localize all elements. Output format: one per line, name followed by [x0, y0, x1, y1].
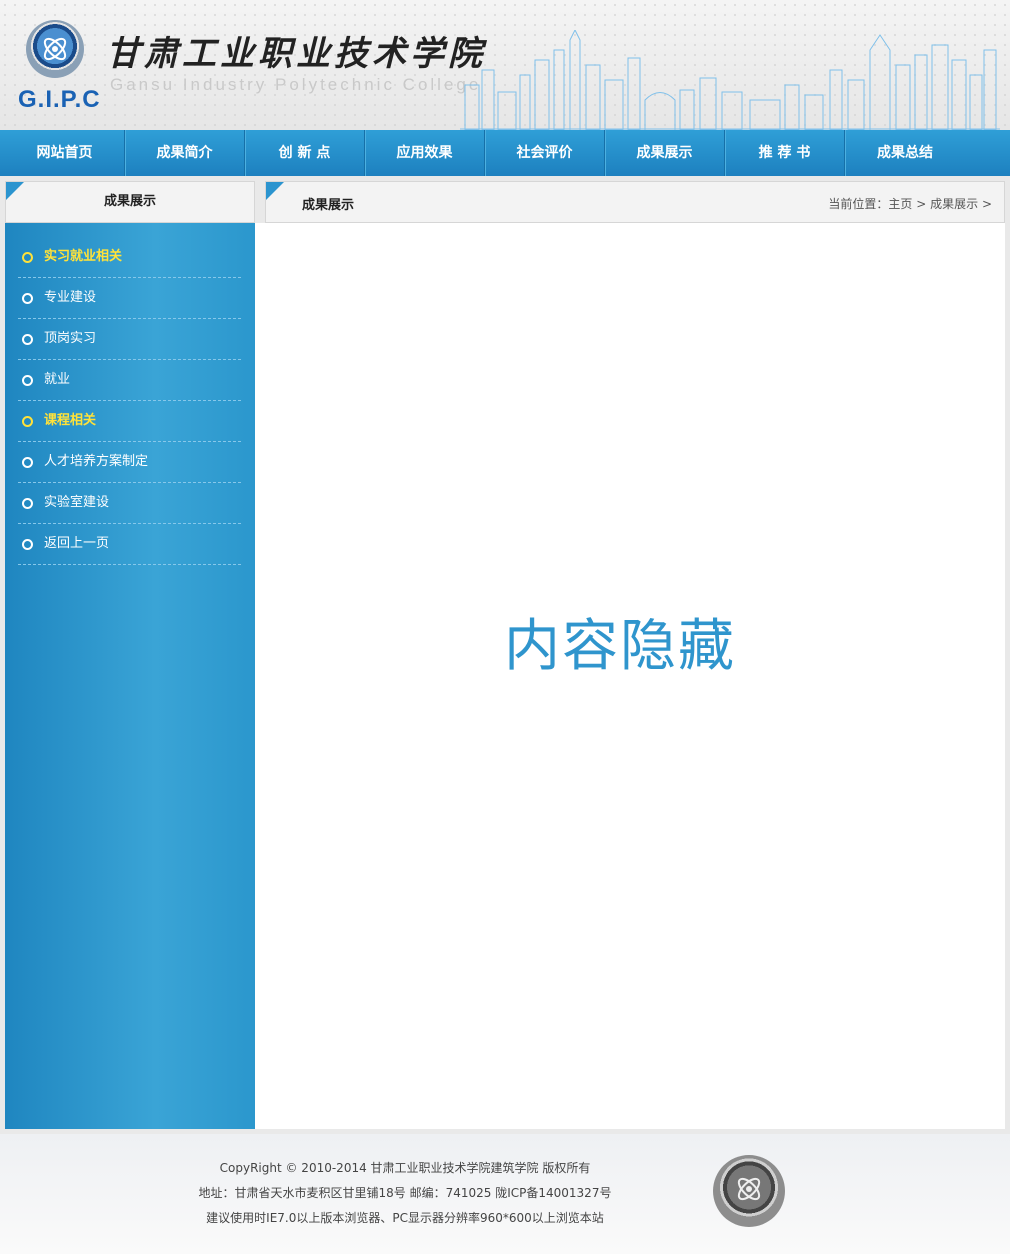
sidebar-item-label: 就业	[44, 372, 71, 387]
breadcrumb-prefix: 当前位置：	[828, 197, 889, 211]
corner-accent-icon	[6, 182, 24, 200]
site-footer: CopyRight © 2010-2014 甘肃工业职业技术学院建筑学院 版权所…	[0, 1134, 1010, 1254]
sidebar-item-label: 实验室建设	[44, 495, 110, 510]
nav-home[interactable]: 网站首页	[5, 130, 125, 176]
corner-accent-icon	[266, 182, 284, 200]
college-name-cn: 甘肃工业职业技术学院	[106, 34, 486, 74]
content-area: 内容隐藏	[255, 223, 1005, 1129]
breadcrumb: 当前位置：主页 > 成果展示 >	[828, 195, 992, 212]
breadcrumb-home-link[interactable]: 主页	[888, 197, 912, 211]
nav-recommendation[interactable]: 推 荐 书	[725, 130, 845, 176]
bullet-ring-icon	[22, 416, 33, 427]
sidebar-item-training-plan[interactable]: 人才培养方案制定	[18, 442, 241, 483]
sidebar-title: 成果展示	[103, 194, 156, 209]
sidebar: 实习就业相关 专业建设 顶岗实习 就业 课程相关 人才培养方案制定 实验室建设 …	[5, 223, 255, 1129]
nav-evaluation[interactable]: 社会评价	[485, 130, 605, 176]
sidebar-item-label: 顶岗实习	[44, 331, 97, 346]
sidebar-item-laboratory[interactable]: 实验室建设	[18, 483, 241, 524]
footer-address: 地址：甘肃省天水市麦积区甘里铺18号 邮编：741025 陇ICP备140013…	[198, 1186, 612, 1200]
footer-browser-note: 建议使用时IE7.0以上版本浏览器、PC显示器分辨率960*600以上浏览本站	[206, 1211, 604, 1225]
sidebar-item-back[interactable]: 返回上一页	[18, 524, 241, 565]
sidebar-item-label: 专业建设	[44, 290, 97, 305]
sidebar-item-internship[interactable]: 顶岗实习	[18, 319, 241, 360]
sidebar-item-major-construction[interactable]: 专业建设	[18, 278, 241, 319]
nav-showcase[interactable]: 成果展示	[605, 130, 725, 176]
bullet-ring-icon	[22, 498, 33, 509]
breadcrumb-separator: >	[912, 197, 931, 211]
bullet-ring-icon	[22, 457, 33, 468]
bullet-ring-icon	[22, 539, 33, 550]
sidebar-item-label: 返回上一页	[44, 536, 110, 551]
footer-copyright: CopyRight © 2010-2014 甘肃工业职业技术学院建筑学院 版权所…	[219, 1161, 591, 1175]
content-title: 成果展示	[302, 198, 355, 213]
nav-summary[interactable]: 成果总结	[845, 130, 965, 176]
college-logo-icon[interactable]	[26, 20, 84, 78]
logo-text[interactable]: G.I.P.C	[18, 86, 101, 114]
college-name-en: Gansu Industry Polytechnic College	[110, 75, 482, 94]
sidebar-item-curriculum[interactable]: 课程相关	[18, 401, 241, 442]
bullet-ring-icon	[22, 334, 33, 345]
bullet-ring-icon	[22, 293, 33, 304]
nav-innovation[interactable]: 创 新 点	[245, 130, 365, 176]
nav-overview[interactable]: 成果简介	[125, 130, 245, 176]
site-header: G.I.P.C 甘肃工业职业技术学院 Gansu Industry Polyte…	[0, 0, 1010, 130]
sidebar-item-label: 实习就业相关	[44, 249, 123, 264]
breadcrumb-current-link[interactable]: 成果展示	[930, 197, 978, 211]
breadcrumb-separator: >	[978, 197, 992, 211]
sidebar-header: 成果展示	[5, 181, 255, 223]
sidebar-item-label: 课程相关	[44, 413, 97, 428]
bullet-ring-icon	[22, 375, 33, 386]
nav-application[interactable]: 应用效果	[365, 130, 485, 176]
skyline-illustration	[460, 30, 1000, 130]
content-hidden-notice: 内容隐藏	[504, 614, 736, 679]
main-nav: 网站首页 成果简介 创 新 点 应用效果 社会评价 成果展示 推 荐 书 成果总…	[0, 130, 1010, 176]
bullet-ring-icon	[22, 252, 33, 263]
sidebar-item-label: 人才培养方案制定	[44, 454, 149, 469]
sidebar-item-internship-employment[interactable]: 实习就业相关	[18, 237, 241, 278]
footer-seal-icon	[713, 1155, 785, 1227]
sidebar-item-employment[interactable]: 就业	[18, 360, 241, 401]
content-header: 成果展示 当前位置：主页 > 成果展示 >	[265, 181, 1005, 223]
